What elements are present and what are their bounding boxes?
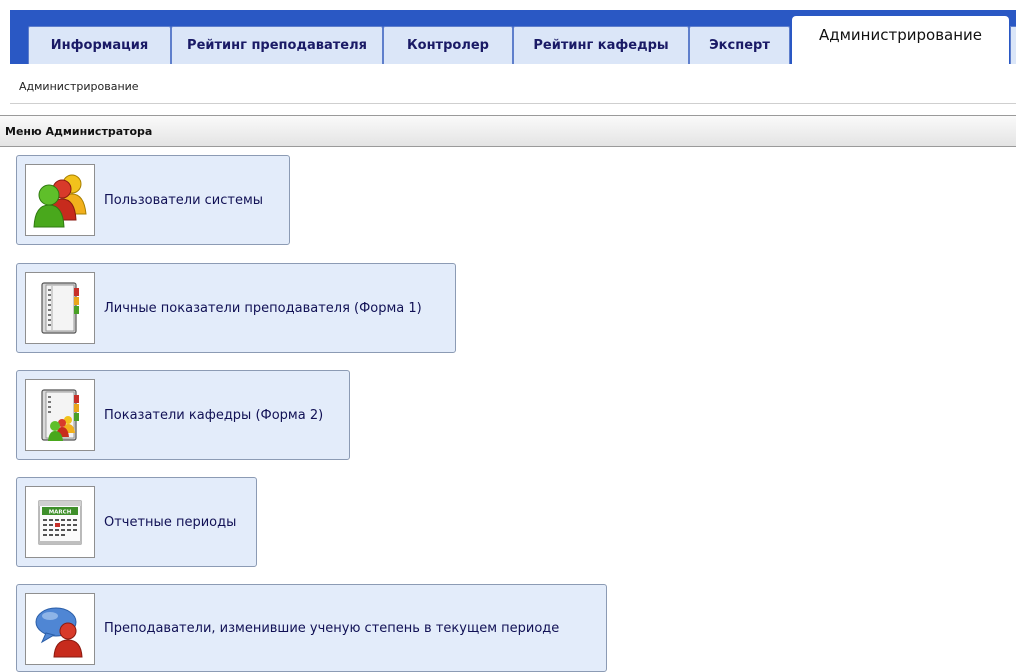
users-group-icon: [25, 164, 95, 236]
admin-menu-header: Меню Администратора: [0, 115, 1016, 147]
degree-changes-label: Преподаватели, изменившие ученую степень…: [104, 620, 560, 636]
tab-information-label: Информация: [50, 38, 149, 53]
tab-administration[interactable]: Администрирование: [792, 16, 1009, 64]
breadcrumb-divider: [10, 103, 1016, 104]
tab-department-rating-label: Рейтинг кафедры: [533, 38, 669, 53]
binder-users-icon: [25, 379, 95, 451]
user-speech-icon: [25, 593, 95, 665]
tab-department-rating[interactable]: Рейтинг кафедры: [513, 26, 689, 64]
calendar-icon: MARCH: [25, 486, 95, 558]
reporting-periods-label: Отчетные периоды: [104, 514, 237, 530]
reporting-periods-button[interactable]: MARCH Отчетные периоды: [16, 477, 257, 567]
users-button-label: Пользователи системы: [104, 192, 264, 208]
binder-icon: [25, 272, 95, 344]
users-button[interactable]: Пользователи системы: [16, 155, 290, 245]
department-indicators-button[interactable]: Показатели кафедры (Форма 2): [16, 370, 350, 460]
calendar-month-text: MARCH: [49, 510, 72, 516]
breadcrumb: Администрирование: [19, 80, 139, 93]
degree-changes-button[interactable]: Преподаватели, изменившие ученую степень…: [16, 584, 607, 672]
tab-expert[interactable]: Эксперт: [689, 26, 790, 64]
teacher-indicators-button[interactable]: Личные показатели преподавателя (Форма 1…: [16, 263, 456, 353]
department-indicators-label: Показатели кафедры (Форма 2): [104, 407, 324, 423]
tab-administration-label: Администрирование: [818, 26, 983, 44]
tab-expert-label: Эксперт: [709, 38, 770, 53]
tab-controller[interactable]: Контролер: [383, 26, 513, 64]
admin-menu-title: Меню Администратора: [5, 124, 153, 138]
tab-information[interactable]: Информация: [28, 26, 171, 64]
tab-controller-label: Контролер: [407, 38, 489, 53]
tab-overflow-edge: [1010, 26, 1016, 64]
teacher-indicators-label: Личные показатели преподавателя (Форма 1…: [104, 300, 422, 316]
tab-teacher-rating-label: Рейтинг преподавателя: [187, 38, 367, 53]
top-navigation: Информация Рейтинг преподавателя Контрол…: [0, 0, 1016, 64]
tab-teacher-rating[interactable]: Рейтинг преподавателя: [171, 26, 383, 64]
